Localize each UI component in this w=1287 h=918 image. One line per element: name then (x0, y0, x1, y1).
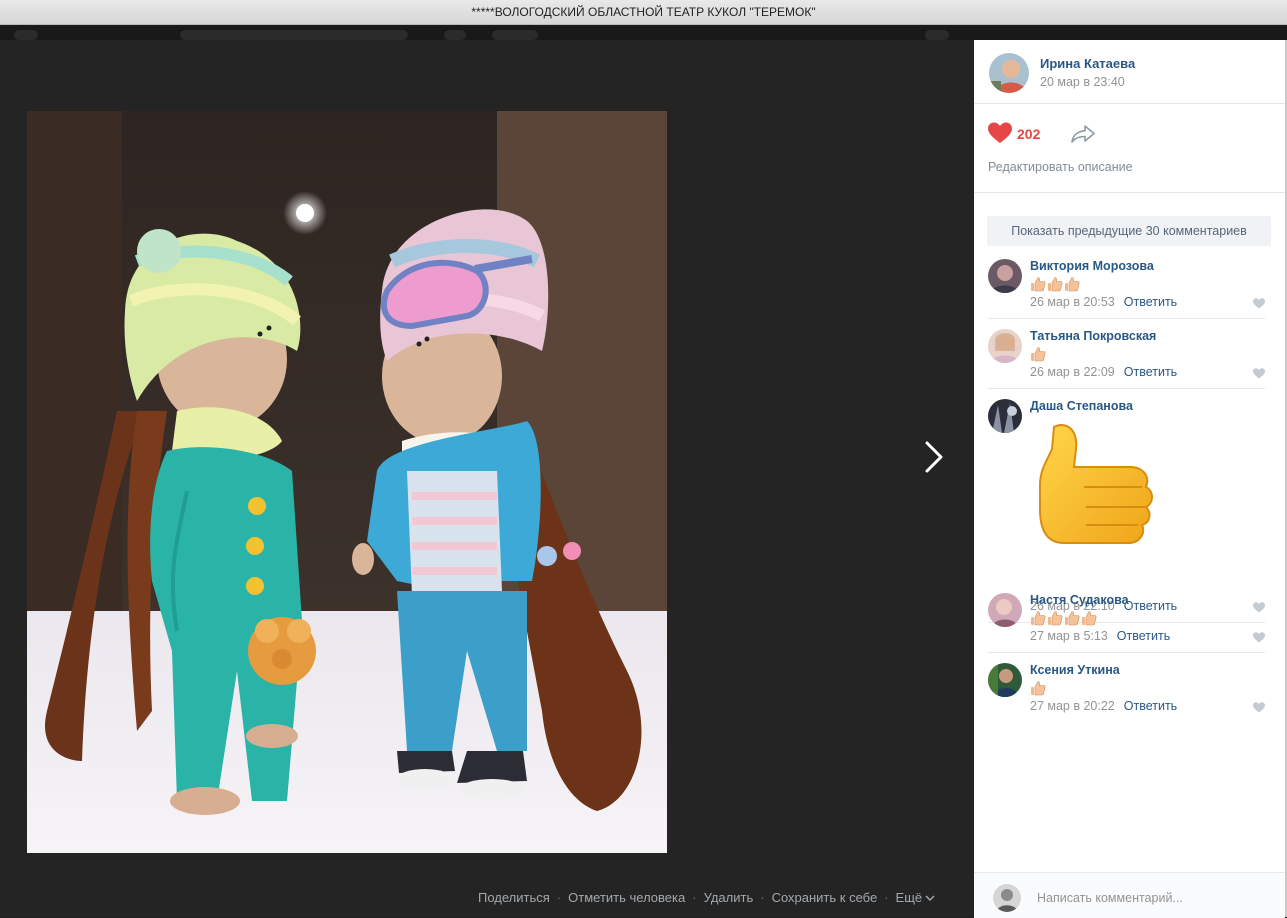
commenter-name[interactable]: Даша Степанова (1030, 399, 1133, 413)
thumbs-up-emoji-row (1030, 680, 1046, 699)
comment-composer: Написать комментарий... (974, 872, 1285, 918)
comment-meta: 26 мар в 22:09 Ответить (1030, 365, 1177, 379)
share-button[interactable] (1070, 124, 1096, 147)
comment-item: Ксения Уткина 27 мар в 20:22 Ответить (988, 663, 1265, 723)
background-page-strip (0, 25, 1287, 40)
reply-link[interactable]: Ответить (1117, 629, 1170, 643)
thumbs-up-emoji-row (1030, 276, 1080, 295)
my-avatar[interactable] (993, 884, 1021, 912)
commenter-name[interactable]: Ксения Уткина (1030, 663, 1120, 677)
heart-outline-icon (1253, 297, 1265, 312)
comment-like-button[interactable] (1253, 297, 1265, 312)
heart-outline-icon (1253, 631, 1265, 646)
heart-icon (988, 122, 1012, 147)
like-count: 202 (1017, 126, 1041, 142)
delete-action[interactable]: Удалить (704, 890, 754, 905)
tag-person-action[interactable]: Отметить человека (568, 890, 685, 905)
comment-like-button[interactable] (1253, 701, 1265, 716)
chevron-right-icon (924, 440, 944, 477)
more-label: Ещё (895, 890, 923, 905)
divider (974, 103, 1285, 104)
comment-date[interactable]: 27 мар в 5:13 (1030, 629, 1108, 643)
comment-meta: 27 мар в 20:22 Ответить (1030, 699, 1177, 713)
thumbs-up-icon (1064, 276, 1080, 295)
next-photo-button[interactable] (916, 440, 952, 476)
thumbs-up-emoji-row (1030, 610, 1097, 629)
save-to-album-action[interactable]: Сохранить к себе (772, 890, 878, 905)
heart-outline-icon (1253, 701, 1265, 716)
photo[interactable] (27, 111, 667, 853)
author-name[interactable]: Ирина Катаева (1040, 56, 1135, 71)
thumbs-up-icon (1047, 610, 1063, 629)
reply-link[interactable]: Ответить (1124, 699, 1177, 713)
commenter-name[interactable]: Виктория Морозова (1030, 259, 1154, 273)
edit-description-link[interactable]: Редактировать описание (988, 160, 1133, 174)
thumbs-up-icon (1081, 610, 1097, 629)
photo-viewer: Поделиться · Отметить человека · Удалить · Сох… (0, 40, 974, 917)
commenter-avatar[interactable] (988, 593, 1022, 627)
commenter-name[interactable]: Настя Судакова (1030, 593, 1129, 607)
thumbs-up-icon (1030, 346, 1046, 365)
thumbs-up-sticker (1034, 419, 1160, 554)
comment-item: Даша Степанова 26 мар в 22:10 Ответить (988, 399, 1265, 623)
reply-link[interactable]: Ответить (1124, 365, 1177, 379)
window-title: *****ВОЛОГОДСКИЙ ОБЛАСТНОЙ ТЕАТР КУКОЛ "… (0, 0, 1287, 25)
comment-divider (988, 318, 1265, 319)
show-previous-comments-button[interactable]: Показать предыдущие 30 комментариев (987, 216, 1271, 246)
chevron-down-icon (922, 890, 935, 905)
commenter-avatar[interactable] (988, 329, 1022, 363)
photo-actions-bar: Поделиться · Отметить человека · Удалить · Сох… (478, 890, 935, 910)
share-arrow-icon (1070, 125, 1096, 147)
post-date[interactable]: 20 мар в 23:40 (1040, 75, 1125, 89)
commenter-avatar[interactable] (988, 399, 1022, 433)
thumbs-up-icon (1047, 276, 1063, 295)
thumbs-up-emoji-row (1030, 346, 1046, 365)
commenter-avatar[interactable] (988, 663, 1022, 697)
comment-item: Виктория Морозова 26 мар в 20:53 Ответить (988, 259, 1265, 319)
thumbs-up-icon (1064, 610, 1080, 629)
commenter-avatar[interactable] (988, 259, 1022, 293)
thumbs-up-icon (1030, 276, 1046, 295)
comment-like-button[interactable] (1253, 631, 1265, 646)
comment-divider (988, 388, 1265, 389)
comment-date[interactable]: 26 мар в 20:53 (1030, 295, 1115, 309)
comment-input[interactable]: Написать комментарий... (1037, 891, 1183, 905)
comment-date[interactable]: 27 мар в 20:22 (1030, 699, 1115, 713)
commenter-name[interactable]: Татьяна Покровская (1030, 329, 1156, 343)
post-side-panel: Ирина Катаева 20 мар в 23:40 202 Редакти… (974, 40, 1287, 918)
comment-date[interactable]: 26 мар в 22:09 (1030, 365, 1115, 379)
heart-outline-icon (1253, 367, 1265, 382)
thumbs-up-icon (1030, 680, 1046, 699)
comment-meta: 27 мар в 5:13 Ответить (1030, 629, 1170, 643)
comment-item: Татьяна Покровская 26 мар в 22:09 Ответит… (988, 329, 1265, 389)
comment-item: Настя Судакова 27 мар в 5:13 Ответить (988, 593, 1265, 653)
reply-link[interactable]: Ответить (1124, 295, 1177, 309)
comment-divider (988, 652, 1265, 653)
author-avatar[interactable] (989, 53, 1029, 93)
more-action[interactable]: Ещё (896, 890, 936, 905)
divider (974, 192, 1285, 193)
thumbs-up-icon (1030, 610, 1046, 629)
comment-like-button[interactable] (1253, 367, 1265, 382)
comment-meta: 26 мар в 20:53 Ответить (1030, 295, 1177, 309)
share-action[interactable]: Поделиться (478, 890, 550, 905)
like-button[interactable]: 202 (988, 122, 1040, 146)
